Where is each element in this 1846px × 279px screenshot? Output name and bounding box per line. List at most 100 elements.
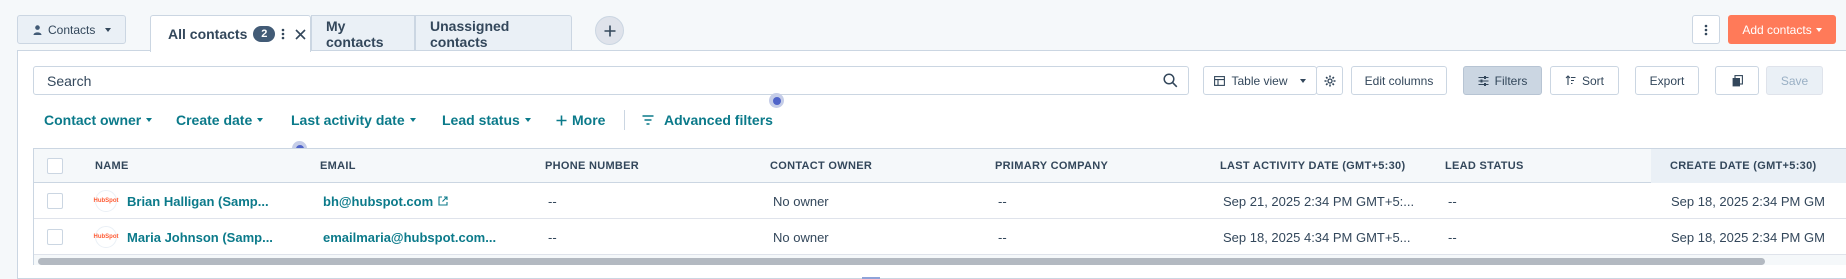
create-date-cell: Sep 18, 2025 2:34 PM GM <box>1671 193 1825 209</box>
pointer-marker-dot <box>769 93 784 108</box>
tab-count-badge: 2 <box>253 26 276 42</box>
view-tabs: All contacts 2 My contacts Unassigned co… <box>150 15 572 52</box>
select-all-cell <box>47 149 63 183</box>
edit-columns-button[interactable]: Edit columns <box>1351 66 1447 95</box>
filter-label: Create date <box>176 112 253 128</box>
company-avatar: HubSpot <box>94 190 119 212</box>
table-icon <box>1214 75 1226 86</box>
chevron-down-icon <box>409 118 416 122</box>
create-date-cell: Sep 18, 2025 2:34 PM GM <box>1671 229 1825 245</box>
filter-contact-owner[interactable]: Contact owner <box>44 112 153 128</box>
owner-cell: No owner <box>773 229 829 245</box>
chevron-down-icon <box>105 27 112 32</box>
filter-last-activity-date[interactable]: Last activity date <box>291 112 416 128</box>
plus-icon <box>556 115 567 126</box>
table-header: NAME EMAIL PHONE NUMBER CONTACT OWNER PR… <box>34 149 1846 183</box>
contacts-table: NAME EMAIL PHONE NUMBER CONTACT OWNER PR… <box>33 148 1846 265</box>
contact-name-link[interactable]: HubSpot Maria Johnson (Samp... <box>94 219 273 255</box>
row-checkbox[interactable] <box>47 229 63 245</box>
export-button[interactable]: Export <box>1635 66 1699 95</box>
filter-create-date[interactable]: Create date <box>176 112 264 128</box>
filter-lead-status[interactable]: Lead status <box>442 112 531 128</box>
phone-cell: -- <box>548 229 557 245</box>
tab-label: Unassigned contacts <box>430 17 510 50</box>
company-cell: -- <box>998 229 1007 245</box>
sort-label: Sort <box>1581 73 1604 88</box>
table-row: HubSpot Maria Johnson (Samp... emailmari… <box>34 219 1846 255</box>
column-header-contact-owner[interactable]: CONTACT OWNER <box>770 149 872 183</box>
add-view-button[interactable] <box>595 16 624 45</box>
add-contacts-button[interactable]: Add contacts <box>1728 15 1836 44</box>
save-label: Save <box>1780 73 1809 88</box>
more-filters-button[interactable]: More <box>556 112 605 128</box>
sort-icon <box>1565 75 1576 86</box>
contact-email-link[interactable]: bh@hubspot.com <box>323 183 448 219</box>
search-input[interactable]: Search <box>33 66 1189 95</box>
view-settings-button[interactable] <box>1316 66 1343 95</box>
table-row: HubSpot Brian Halligan (Samp... bh@hubsp… <box>34 183 1846 219</box>
tab-my-contacts[interactable]: My contacts <box>311 15 415 51</box>
filter-label: Contact owner <box>44 112 142 128</box>
owner-cell: No owner <box>773 193 829 209</box>
plus-icon <box>604 25 615 36</box>
add-contacts-label: Add contacts <box>1742 22 1812 37</box>
tab-label: My contacts <box>326 17 384 50</box>
contact-email: bh@hubspot.com <box>323 193 434 209</box>
column-header-primary-company[interactable]: PRIMARY COMPANY <box>995 149 1108 183</box>
export-label: Export <box>1649 73 1685 88</box>
column-header-email[interactable]: EMAIL <box>320 149 356 183</box>
table-view-dropdown[interactable]: Table view <box>1203 66 1317 95</box>
search-icon <box>1163 73 1178 88</box>
row-select-cell <box>47 219 63 255</box>
tab-unassigned-contacts[interactable]: Unassigned contacts <box>415 15 572 51</box>
filter-divider <box>624 110 625 130</box>
filters-button[interactable]: Filters <box>1463 66 1542 95</box>
search-placeholder: Search <box>47 72 92 89</box>
column-header-create-date[interactable]: CREATE DATE (GMT+5:30) <box>1651 149 1846 183</box>
vertical-dots-icon[interactable] <box>281 28 285 40</box>
save-view-button[interactable]: Save <box>1766 66 1823 95</box>
sort-button[interactable]: Sort <box>1550 66 1619 95</box>
contact-email-link[interactable]: emailmaria@hubspot.com... <box>323 219 496 255</box>
chevron-down-icon <box>146 118 153 122</box>
column-header-last-activity[interactable]: LAST ACTIVITY DATE (GMT+5:30) <box>1220 149 1405 183</box>
gear-icon <box>1324 75 1336 87</box>
object-selector-label: Contacts <box>48 22 96 37</box>
last-activity-cell: Sep 18, 2025 4:34 PM GMT+5... <box>1223 229 1411 245</box>
column-header-name[interactable]: NAME <box>95 149 129 183</box>
chevron-down-icon <box>1815 27 1822 32</box>
column-header-lead-status[interactable]: LEAD STATUS <box>1445 149 1524 183</box>
row-select-cell <box>47 183 63 219</box>
horizontal-scrollbar-thumb[interactable] <box>38 258 1765 265</box>
duplicate-view-button[interactable] <box>1715 66 1759 95</box>
contact-name: Maria Johnson (Samp... <box>127 229 273 245</box>
filters-label: Filters <box>1494 73 1528 88</box>
tab-all-contacts[interactable]: All contacts 2 <box>150 15 311 52</box>
chevron-down-icon <box>1299 78 1306 83</box>
row-checkbox[interactable] <box>47 193 63 209</box>
advanced-filters-label: Advanced filters <box>664 112 773 128</box>
company-cell: -- <box>998 193 1007 209</box>
chevron-down-icon <box>257 118 264 122</box>
vertical-dots-icon <box>1704 24 1708 35</box>
lead-status-cell: -- <box>1448 229 1457 245</box>
lead-status-cell: -- <box>1448 193 1457 209</box>
tab-label: All contacts <box>168 26 248 42</box>
more-label: More <box>572 112 606 128</box>
filter-lines-icon <box>642 115 654 125</box>
last-activity-cell: Sep 21, 2025 2:34 PM GMT+5:... <box>1223 193 1415 209</box>
select-all-checkbox[interactable] <box>47 158 63 174</box>
chevron-down-icon <box>524 118 531 122</box>
external-link-icon <box>438 196 448 206</box>
company-avatar: HubSpot <box>94 226 119 248</box>
advanced-filters-button[interactable]: Advanced filters <box>642 112 773 128</box>
column-header-phone[interactable]: PHONE NUMBER <box>545 149 639 183</box>
contact-name-link[interactable]: HubSpot Brian Halligan (Samp... <box>94 183 269 219</box>
close-icon[interactable] <box>295 28 306 40</box>
contact-name: Brian Halligan (Samp... <box>127 193 269 209</box>
person-icon <box>33 24 42 35</box>
more-actions-button[interactable] <box>1692 15 1720 44</box>
copy-icon <box>1732 74 1743 87</box>
object-selector[interactable]: Contacts <box>17 15 126 44</box>
phone-cell: -- <box>548 193 557 209</box>
